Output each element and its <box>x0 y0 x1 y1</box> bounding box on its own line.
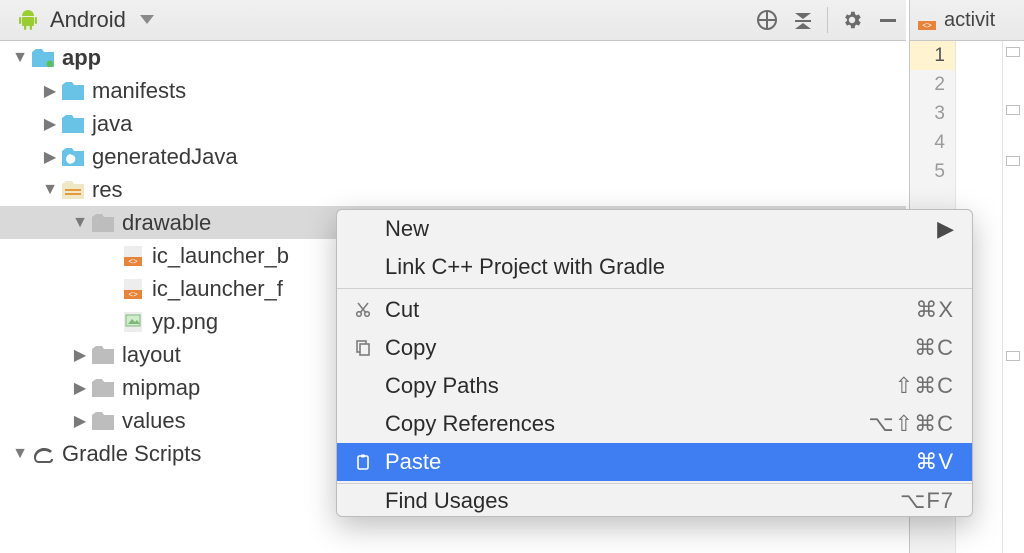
line-number[interactable]: 1 <box>910 41 955 70</box>
menu-item-cut[interactable]: Cut ⌘X <box>337 291 972 329</box>
menu-shortcut: ⇧⌘C <box>895 373 954 399</box>
tree-node-res[interactable]: ▼ res <box>0 173 906 206</box>
settings-button[interactable] <box>834 2 870 38</box>
tree-label: yp.png <box>152 309 218 335</box>
toolbar-divider <box>827 7 828 33</box>
android-icon <box>16 8 40 32</box>
menu-shortcut: ⌘C <box>914 335 954 361</box>
tree-label: mipmap <box>122 375 200 401</box>
folder-icon <box>90 412 116 430</box>
resource-folder-icon <box>60 181 86 199</box>
tree-label: layout <box>122 342 181 368</box>
folder-icon <box>90 346 116 364</box>
chevron-down-icon[interactable]: ▼ <box>10 445 30 463</box>
menu-item-link-cpp[interactable]: Link C++ Project with Gradle <box>337 248 972 286</box>
menu-label: Copy <box>385 335 914 361</box>
menu-item-new[interactable]: New ▶ <box>337 210 972 248</box>
menu-shortcut: ⌥F7 <box>900 488 954 514</box>
svg-text:<>: <> <box>128 290 138 299</box>
chevron-down-icon[interactable]: ▼ <box>10 49 30 67</box>
collapse-all-button[interactable] <box>785 2 821 38</box>
menu-label: Link C++ Project with Gradle <box>385 254 954 280</box>
marker-icon[interactable] <box>1006 105 1020 115</box>
editor-tab-label: activit <box>944 9 995 32</box>
scroll-to-source-button[interactable] <box>749 2 785 38</box>
tree-label: java <box>92 111 132 137</box>
editor-marker-strip[interactable] <box>1002 41 1024 553</box>
editor-tab[interactable]: <> activit <box>910 0 1024 41</box>
clipboard-icon <box>349 453 377 471</box>
module-icon <box>30 49 56 67</box>
folder-icon <box>60 82 86 100</box>
generated-folder-icon <box>60 148 86 166</box>
tree-node-generatedjava[interactable]: ▶ generatedJava <box>0 140 906 173</box>
xml-file-icon: <> <box>120 279 146 299</box>
line-number[interactable]: 5 <box>910 157 955 186</box>
menu-label: Cut <box>385 297 915 323</box>
svg-text:<>: <> <box>128 257 138 266</box>
xml-file-icon: <> <box>918 10 936 30</box>
gradle-icon <box>30 445 56 463</box>
menu-item-find-usages[interactable]: Find Usages ⌥F7 <box>337 486 972 516</box>
tree-node-manifests[interactable]: ▶ manifests <box>0 74 906 107</box>
line-number[interactable]: 2 <box>910 70 955 99</box>
menu-item-paste[interactable]: Paste ⌘V <box>337 443 972 481</box>
menu-label: Copy References <box>385 411 868 437</box>
chevron-right-icon[interactable]: ▶ <box>70 378 90 398</box>
menu-shortcut: ⌘V <box>915 449 954 475</box>
tree-node-java[interactable]: ▶ java <box>0 107 906 140</box>
submenu-arrow-icon: ▶ <box>937 216 954 242</box>
tree-node-app[interactable]: ▼ app <box>0 41 906 74</box>
menu-separator <box>337 288 972 289</box>
project-panel-header: Android <box>0 0 906 41</box>
folder-icon <box>90 214 116 232</box>
tree-label: drawable <box>122 210 211 236</box>
xml-file-icon: <> <box>120 246 146 266</box>
menu-label: New <box>385 216 927 242</box>
marker-icon[interactable] <box>1006 351 1020 361</box>
tree-label: app <box>62 45 101 71</box>
tree-label: manifests <box>92 78 186 104</box>
folder-icon <box>60 115 86 133</box>
tree-label: values <box>122 408 186 434</box>
menu-label: Find Usages <box>385 488 900 514</box>
project-view-selector[interactable]: Android <box>50 7 126 33</box>
tree-label: Gradle Scripts <box>62 441 201 467</box>
chevron-right-icon[interactable]: ▶ <box>70 411 90 431</box>
menu-label: Paste <box>385 449 915 475</box>
hide-panel-button[interactable] <box>870 2 906 38</box>
chevron-down-icon[interactable]: ▼ <box>40 181 60 199</box>
image-file-icon <box>120 312 146 332</box>
copy-icon <box>349 339 377 357</box>
chevron-down-icon[interactable]: ▼ <box>70 214 90 232</box>
menu-label: Copy Paths <box>385 373 895 399</box>
menu-shortcut: ⌥⇧⌘C <box>868 411 954 437</box>
chevron-right-icon[interactable]: ▶ <box>70 345 90 365</box>
svg-text:<>: <> <box>922 21 932 30</box>
tree-label: res <box>92 177 123 203</box>
chevron-right-icon[interactable]: ▶ <box>40 147 60 167</box>
menu-shortcut: ⌘X <box>915 297 954 323</box>
tree-label: ic_launcher_b <box>152 243 289 269</box>
line-number[interactable]: 3 <box>910 99 955 128</box>
menu-item-copy-references[interactable]: Copy References ⌥⇧⌘C <box>337 405 972 443</box>
menu-item-copy-paths[interactable]: Copy Paths ⇧⌘C <box>337 367 972 405</box>
menu-item-copy[interactable]: Copy ⌘C <box>337 329 972 367</box>
menu-separator <box>337 483 972 484</box>
marker-icon[interactable] <box>1006 156 1020 166</box>
marker-icon[interactable] <box>1006 47 1020 57</box>
chevron-right-icon[interactable]: ▶ <box>40 81 60 101</box>
scissors-icon <box>349 301 377 319</box>
dropdown-arrow-icon[interactable] <box>140 15 154 25</box>
tree-label: generatedJava <box>92 144 238 170</box>
context-menu: New ▶ Link C++ Project with Gradle Cut ⌘… <box>336 209 973 517</box>
line-number[interactable]: 4 <box>910 128 955 157</box>
tree-label: ic_launcher_f <box>152 276 283 302</box>
chevron-right-icon[interactable]: ▶ <box>40 114 60 134</box>
folder-icon <box>90 379 116 397</box>
